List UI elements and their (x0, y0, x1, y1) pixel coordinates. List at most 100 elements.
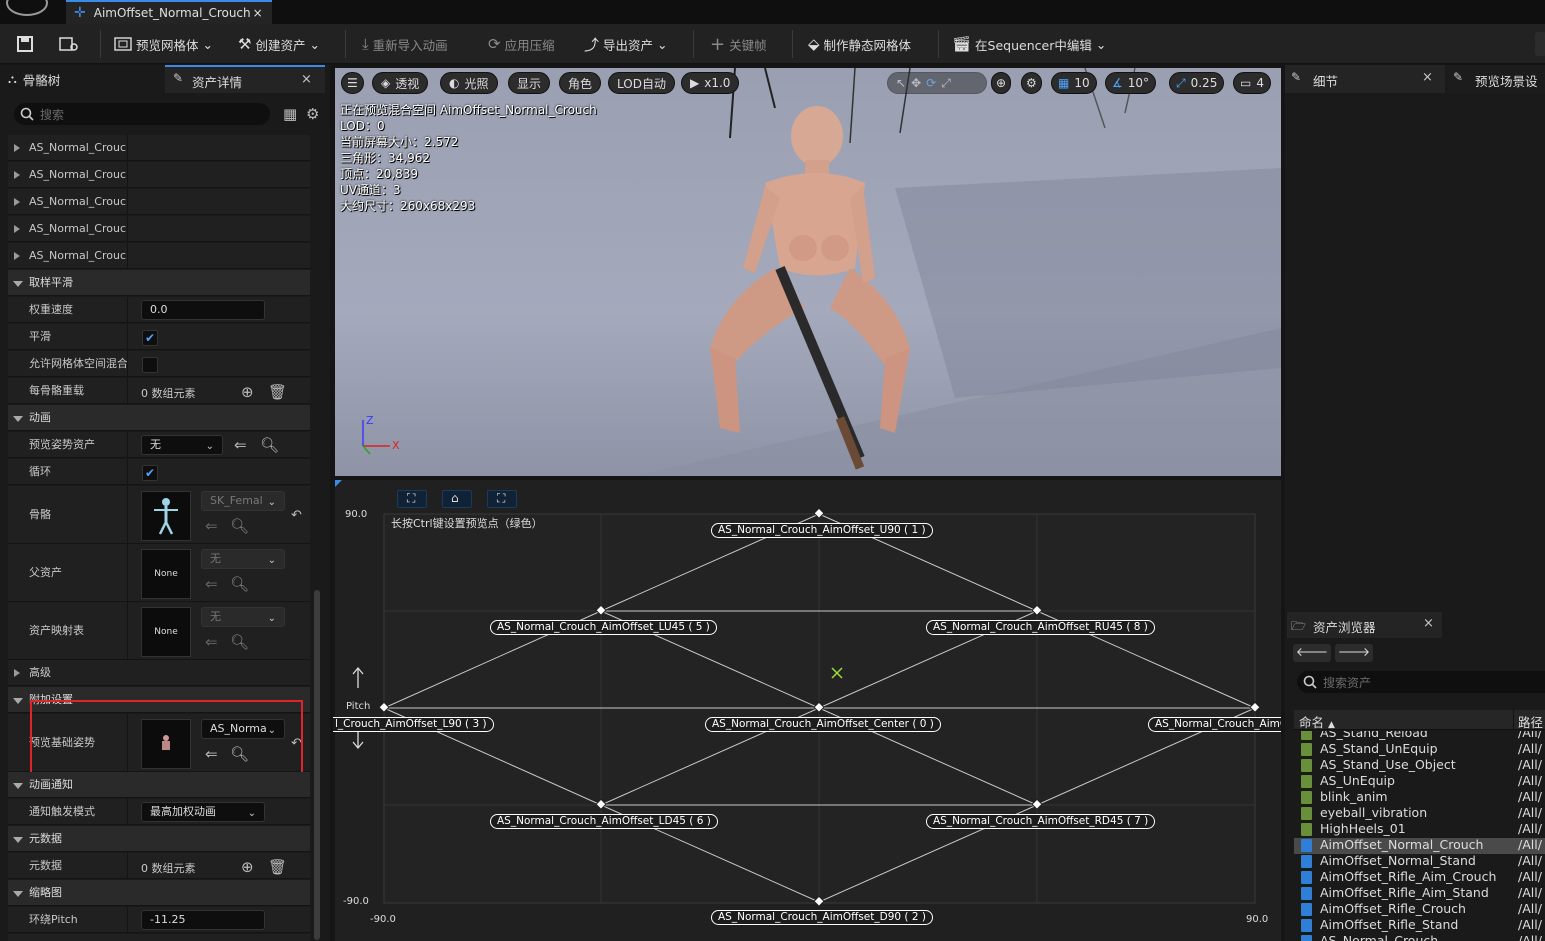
blend-sample-node[interactable]: AS_Normal_Crouch_AimOffset_D90 ( 2 ) (711, 910, 933, 925)
category-animation[interactable]: 动画 (8, 405, 310, 431)
sample-row[interactable]: AS_Normal_Crouch (8, 243, 310, 269)
perspective-button[interactable]: ◈ 透视 (372, 72, 429, 94)
edit-in-sequencer-button[interactable]: 🎬︎ 在Sequencer中编辑 ⌄ (952, 24, 1106, 64)
tab-asset-details[interactable]: ✎ 资产详情 × (165, 65, 325, 93)
list-item[interactable]: AS_Stand_Use_Object/All/ (1300, 757, 1545, 773)
category-advanced[interactable]: 高级 (8, 660, 310, 686)
column-name-header[interactable]: 命名 ▲ (1299, 712, 1335, 731)
blend-sample-node[interactable]: AS_Normal_Crouch_AimOffset_RU45 ( 8 ) (926, 620, 1155, 635)
add-icon[interactable]: ⊕ (241, 859, 254, 875)
parent-asset-thumbnail[interactable]: None (141, 549, 191, 599)
list-item[interactable]: AimOffset_Rifle_Aim_Stand/All/ (1300, 885, 1545, 901)
list-item[interactable]: eyeball_vibration/All/ (1300, 805, 1545, 821)
sample-row[interactable]: AS_Normal_Crouch (8, 189, 310, 215)
unreal-logo-icon[interactable] (6, 0, 48, 16)
category-metadata[interactable]: 元数据 (8, 826, 310, 852)
viewport-menu-button[interactable]: ☰ (341, 72, 364, 94)
skeleton-select[interactable]: SK_Femal ⌄ (201, 491, 285, 511)
list-item[interactable]: AS_Stand_UnEquip/All/ (1300, 741, 1545, 757)
weight-speed-input[interactable]: 0.0 (141, 300, 265, 320)
delete-icon[interactable]: 🗑︎ (268, 859, 287, 875)
create-asset-button[interactable]: ⚒ 创建资产 ⌄ (238, 24, 320, 64)
category-thumbnail[interactable]: 缩略图 (8, 880, 310, 906)
blend-sample-node[interactable]: AS_Normal_Crouch_AimO (1148, 717, 1281, 732)
smoothing-checkbox[interactable]: ✔ (142, 330, 158, 346)
category-anim-notify[interactable]: 动画通知 (8, 772, 310, 798)
list-item[interactable]: AimOffset_Rifle_Aim_Crouch/All/ (1300, 869, 1545, 885)
list-item-selected[interactable]: AimOffset_Normal_Crouch/All/ (1300, 837, 1545, 853)
list-item[interactable]: blink_anim/All/ (1300, 789, 1545, 805)
list-item[interactable]: AS_Stand_Reload/All/ (1300, 731, 1545, 741)
browse-icon[interactable]: 🔍︎ (260, 437, 279, 453)
preview-pose-asset-select[interactable]: 无 ⌄ (141, 435, 223, 455)
close-icon[interactable]: × (1423, 616, 1434, 631)
reset-icon[interactable]: ↶ (291, 508, 302, 524)
parent-asset-select[interactable]: 无 ⌄ (201, 549, 285, 569)
playback-speed-button[interactable]: ▶ x1.0 (681, 72, 740, 94)
list-item[interactable]: AimOffset_Rifle_Crouch/All/ (1300, 901, 1545, 917)
list-item[interactable]: HighHeels_01/All/ (1300, 821, 1545, 837)
forward-button[interactable]: 🡒 (1335, 644, 1373, 662)
export-asset-button[interactable]: ⤴ 导出资产 ⌄ (584, 24, 668, 64)
add-icon[interactable]: ⊕ (241, 384, 254, 400)
browse-button[interactable] (58, 24, 80, 64)
blend-sample-node[interactable]: AS_Normal_Crouch_AimOffset_Center ( 0 ) (705, 717, 941, 732)
blend-sample-node[interactable]: AS_Normal_Crouch_AimOffset_LD45 ( 6 ) (490, 814, 718, 829)
blend-space-editor[interactable]: ⛶ ⌂ ⛶ 长按Ctrl键设置预览点（绿色） 90.0 -90.0 -90.0 … (333, 480, 1281, 941)
use-selected-icon[interactable]: ⇐ (205, 518, 218, 534)
column-path-header[interactable]: 路径 (1518, 712, 1543, 731)
content-browser-tab[interactable]: 🗁︎ 资产浏览器 × (1287, 612, 1442, 638)
back-button[interactable]: 🡐 (1293, 644, 1331, 662)
gear-icon[interactable]: ⚙ (306, 106, 319, 122)
orbit-pitch-input[interactable]: -11.25 (141, 910, 265, 930)
blend-sample-node[interactable]: l_Crouch_AimOffset_L90 ( 3 ) (333, 717, 494, 732)
surface-snap-button[interactable]: ⚙ (1021, 72, 1042, 94)
asset-search-input[interactable]: 搜索资产 (1297, 671, 1545, 693)
transform-tools[interactable]: ↖ ✥ ⟳ ⤢ (887, 72, 987, 94)
document-tab[interactable]: ✛ AimOffset_Normal_Crouch × (66, 0, 272, 24)
blend-sample-node[interactable]: AS_Normal_Crouch_AimOffset_LU45 ( 5 ) (490, 620, 717, 635)
scale-snap-button[interactable]: ⤢ 0.25 (1169, 72, 1225, 94)
mesh-space-blend-checkbox[interactable] (142, 357, 158, 373)
category-sample-smoothing[interactable]: 取样平滑 (8, 270, 310, 296)
show-button[interactable]: 显示 (508, 72, 551, 94)
blend-sample-node[interactable]: AS_Normal_Crouch_AimOffset_RD45 ( 7 ) (926, 814, 1156, 829)
loop-checkbox[interactable]: ✔ (142, 465, 158, 481)
close-icon[interactable]: × (253, 6, 263, 20)
list-item[interactable]: AimOffset_Rifle_Stand/All/ (1300, 917, 1545, 933)
tab-details[interactable]: ✎ 细节 × (1285, 65, 1445, 93)
reimport-button[interactable]: ⤓ 重新导入动画 (362, 24, 448, 64)
sample-row[interactable]: AS_Normal_Crouch (8, 216, 310, 242)
scrollbar[interactable] (314, 590, 320, 940)
delete-icon[interactable]: 🗑︎ (268, 384, 287, 400)
toolbar-overflow[interactable] (1535, 32, 1545, 56)
sample-row[interactable]: AS_Normal_Crouch (8, 135, 310, 161)
list-item[interactable]: AS_UnEquip/All/ (1300, 773, 1545, 789)
list-item[interactable]: AimOffset_Normal_Stand/All/ (1300, 853, 1545, 869)
angle-snap-button[interactable]: ∡ 10° (1105, 72, 1157, 94)
tab-skeleton-tree[interactable]: ⛬ 骨骼树 (8, 65, 60, 93)
close-icon[interactable]: × (301, 72, 312, 87)
blend-sample-node[interactable]: AS_Normal_Crouch_AimOffset_U90 ( 1 ) (711, 523, 933, 538)
use-selected-icon[interactable]: ⇐ (205, 634, 218, 650)
save-button[interactable] (16, 24, 34, 64)
lod-button[interactable]: LOD自动 (608, 72, 675, 94)
browse-icon[interactable]: 🔍︎ (230, 518, 249, 534)
preview-mesh-button[interactable]: 预览网格体 ⌄ (114, 24, 213, 64)
sample-row[interactable]: AS_Normal_Crouch (8, 162, 310, 188)
skeleton-thumbnail[interactable] (141, 491, 191, 541)
character-button[interactable]: 角色 (559, 72, 602, 94)
asset-mapping-select[interactable]: 无 ⌄ (201, 607, 285, 627)
asset-mapping-thumbnail[interactable]: None (141, 607, 191, 657)
table-view-icon[interactable]: ▦ (283, 106, 297, 122)
keyframe-button[interactable]: + 关键帧 (710, 24, 767, 64)
grid-snap-button[interactable]: ▦ 10 (1051, 72, 1097, 94)
close-icon[interactable]: × (1422, 70, 1433, 85)
browse-icon[interactable]: 🔍︎ (230, 634, 249, 650)
camera-speed-button[interactable]: ▭ 4 (1233, 72, 1271, 94)
lit-button[interactable]: ◐ 光照 (440, 72, 498, 94)
apply-compression-button[interactable]: ⟳ 应用压缩 (488, 24, 555, 64)
use-selected-icon[interactable]: ⇐ (234, 437, 247, 453)
notify-mode-select[interactable]: 最高加权动画 ⌄ (141, 802, 265, 822)
local-space-button[interactable]: ⊕ (991, 72, 1012, 94)
